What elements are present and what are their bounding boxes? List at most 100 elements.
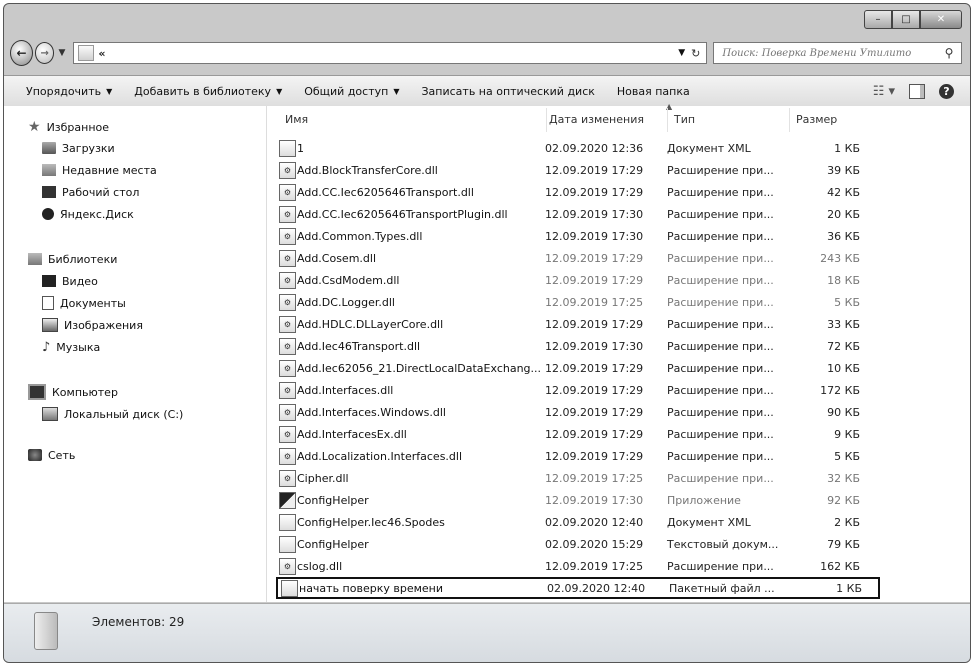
table-row[interactable]: ⚙ Add.Iec46Transport.dll 12.09.2019 17:30 Р… <box>276 335 880 357</box>
sidebar-item-pictures[interactable]: Изображения <box>42 316 143 334</box>
music-icon: ♪ <box>42 339 51 355</box>
file-date: 12.09.2019 17:25 <box>545 471 644 485</box>
file-size: 172 КБ <box>820 383 860 397</box>
hard-drive-icon <box>42 407 58 421</box>
file-date: 12.09.2019 17:30 <box>545 229 644 243</box>
column-header-size[interactable]: Размер <box>796 106 876 132</box>
table-row[interactable]: ⚙ Add.CC.Iec6205646TransportPlugin.dll 12.… <box>276 203 880 225</box>
column-header-name[interactable]: Имя <box>285 106 547 132</box>
sidebar-network[interactable]: Сеть <box>28 446 75 464</box>
file-date: 12.09.2019 17:30 <box>545 339 644 353</box>
table-row[interactable]: ⚙ Cipher.dll 12.09.2019 17:25 Расширение пр… <box>276 467 880 489</box>
table-row[interactable]: ⚙ Add.Localization.Interfaces.dll 12.09.20… <box>276 445 880 467</box>
column-header-type[interactable]: Тип <box>674 106 789 132</box>
table-row[interactable]: ⚙ Add.Common.Types.dll 12.09.2019 17:30 Рас… <box>276 225 880 247</box>
sidebar-libraries[interactable]: Библиотеки <box>28 250 117 268</box>
search-icon[interactable]: ⚲ <box>941 46 957 60</box>
file-size: 36 КБ <box>827 229 860 243</box>
minimize-button[interactable]: – <box>864 10 892 29</box>
sidebar-item-yandex-disk[interactable]: Яндекс.Диск <box>42 205 134 223</box>
pictures-icon <box>42 318 58 332</box>
burn-button[interactable]: Записать на оптический диск <box>421 85 594 98</box>
file-list: ▲ Имя Дата изменения Тип Размер 1 02.09.2… <box>267 102 970 602</box>
file-name: Add.CsdModem.dll <box>297 273 400 287</box>
file-name: Add.DC.Logger.dll <box>297 295 395 309</box>
file-date: 12.09.2019 17:29 <box>545 405 644 419</box>
dll-file-icon: ⚙ <box>279 249 296 267</box>
column-separator[interactable] <box>546 108 547 132</box>
sidebar-computer[interactable]: Компьютер <box>28 383 118 401</box>
table-row[interactable]: ⚙ Add.BlockTransferCore.dll 12.09.2019 17:… <box>276 159 880 181</box>
table-row[interactable]: ⚙ Add.Cosem.dll 12.09.2019 17:29 Расширение… <box>276 247 880 269</box>
file-name: Add.Localization.Interfaces.dll <box>297 449 463 463</box>
refresh-icon[interactable]: ↻ <box>691 47 700 60</box>
sidebar-item-recent[interactable]: Недавние места <box>42 161 157 179</box>
recent-pages-dropdown[interactable]: ▼ <box>58 48 65 58</box>
search-box[interactable]: ⚲ <box>713 42 962 64</box>
close-button[interactable]: ✕ <box>920 10 962 29</box>
back-button[interactable]: ← <box>10 40 33 66</box>
breadcrumb[interactable]: « <box>98 47 105 60</box>
file-name: Add.Iec62056_21.DirectLocalDataExchang..… <box>297 361 542 375</box>
sidebar-item-video[interactable]: Видео <box>42 272 98 290</box>
table-row[interactable]: 1 02.09.2020 12:36 Документ XML 1 КБ <box>276 137 880 159</box>
file-type: Расширение при... <box>667 229 774 243</box>
table-row[interactable]: ⚙ Add.Interfaces.Windows.dll 12.09.2019 17… <box>276 401 880 423</box>
file-type: Расширение при... <box>667 251 774 265</box>
table-row[interactable]: ⚙ Add.DC.Logger.dll 12.09.2019 17:25 Расшир… <box>276 291 880 313</box>
change-view-icon[interactable]: ☷ ▾ <box>873 84 895 99</box>
organize-button[interactable]: Упорядочить ▼ <box>26 85 112 98</box>
dll-file-icon: ⚙ <box>279 271 296 289</box>
chevron-down-icon: ▼ <box>276 86 283 96</box>
table-row[interactable]: ConfigHelper 12.09.2019 17:30 Приложение 92… <box>276 489 880 511</box>
dll-file-icon: ⚙ <box>279 183 296 201</box>
address-bar[interactable]: « ▼ ↻ <box>73 42 708 64</box>
navigation-pane: ★ Избранное Загрузки Недавние места Рабоч… <box>4 106 267 602</box>
table-row[interactable]: ⚙ Add.CsdModem.dll 12.09.2019 17:29 Расшире… <box>276 269 880 291</box>
dll-file-icon: ⚙ <box>279 161 296 179</box>
table-row[interactable]: ⚙ cslog.dll 12.09.2019 17:25 Расширение при… <box>276 555 880 577</box>
table-row[interactable]: ⚙ Add.Iec62056_21.DirectLocalDataExchang.… <box>276 357 880 379</box>
file-name: 1 <box>297 141 304 155</box>
command-bar: Упорядочить ▼ Добавить в библиотеку ▼ Общи… <box>4 75 970 107</box>
file-size: 1 КБ <box>834 141 860 155</box>
content-area: ★ Избранное Загрузки Недавние места Рабоч… <box>4 102 970 602</box>
sidebar-item-music[interactable]: ♪ Музыка <box>42 338 100 356</box>
file-date: 02.09.2020 12:36 <box>545 141 644 155</box>
forward-button[interactable]: → <box>34 42 55 64</box>
table-row[interactable]: начать поверку времени 02.09.2020 12:40 Па… <box>276 577 880 599</box>
add-to-library-button[interactable]: Добавить в библиотеку ▼ <box>134 85 282 98</box>
video-icon <box>42 275 56 287</box>
table-row[interactable]: ⚙ Add.InterfacesEx.dll 12.09.2019 17:29 Рас… <box>276 423 880 445</box>
column-header-date[interactable]: Дата изменения <box>549 106 667 132</box>
address-dropdown-icon[interactable]: ▼ <box>678 48 685 58</box>
file-type: Расширение при... <box>667 339 774 353</box>
sidebar-favorites[interactable]: ★ Избранное <box>28 118 109 136</box>
star-icon: ★ <box>28 119 41 135</box>
table-row[interactable]: ⚙ Add.HDLC.DLLayerCore.dll 12.09.2019 17:2… <box>276 313 880 335</box>
file-type: Расширение при... <box>667 449 774 463</box>
column-separator[interactable] <box>789 108 790 132</box>
file-date: 12.09.2019 17:29 <box>545 317 644 331</box>
file-date: 02.09.2020 12:40 <box>545 515 644 529</box>
dll-file-icon: ⚙ <box>279 447 296 465</box>
new-folder-button[interactable]: Новая папка <box>617 85 690 98</box>
table-row[interactable]: ⚙ Add.Interfaces.dll 12.09.2019 17:29 Расши… <box>276 379 880 401</box>
sidebar-item-desktop[interactable]: Рабочий стол <box>42 183 139 201</box>
table-row[interactable]: ConfigHelper 02.09.2020 15:29 Текстовый до… <box>276 533 880 555</box>
sidebar-item-documents[interactable]: Документы <box>42 294 126 312</box>
dll-file-icon: ⚙ <box>279 381 296 399</box>
maximize-button[interactable]: □ <box>892 10 920 29</box>
table-row[interactable]: ConfigHelper.Iec46.Spodes 02.09.2020 12:4… <box>276 511 880 533</box>
table-row[interactable]: ⚙ Add.CC.Iec6205646Transport.dll 12.09.201… <box>276 181 880 203</box>
items-icon <box>34 612 58 650</box>
desktop-icon <box>42 186 56 198</box>
share-button[interactable]: Общий доступ ▼ <box>304 85 399 98</box>
preview-pane-icon[interactable] <box>909 83 925 99</box>
sidebar-item-downloads[interactable]: Загрузки <box>42 139 115 157</box>
sidebar-item-local-disk[interactable]: Локальный диск (C:) <box>42 405 183 423</box>
column-separator[interactable] <box>667 108 668 132</box>
help-icon[interactable]: ? <box>939 83 954 99</box>
search-input[interactable] <box>714 46 941 60</box>
file-name: Add.BlockTransferCore.dll <box>297 163 438 177</box>
